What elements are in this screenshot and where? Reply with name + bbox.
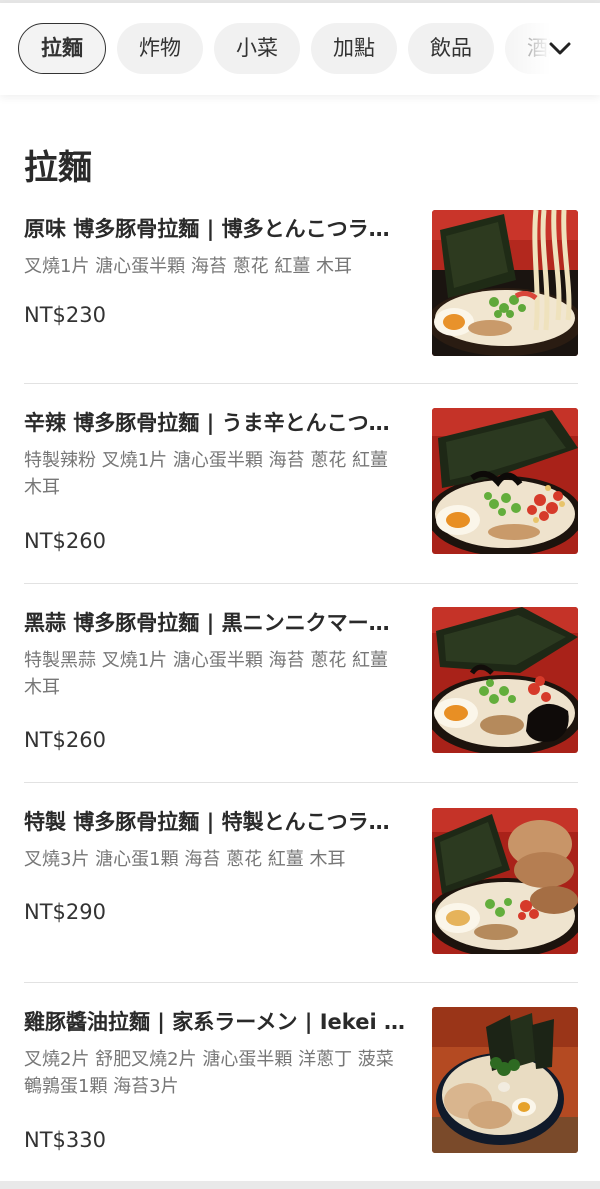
category-chip-drinks[interactable]: 飲品 [408, 23, 494, 74]
menu-item[interactable]: 雞豚醬油拉麵 | 家系ラーメン | Iekei Ramen 叉燒2片 舒肥叉燒2… [24, 983, 578, 1177]
special-ramen-photo[interactable] [432, 808, 578, 954]
item-name: 原味 博多豚骨拉麵 | 博多とんこつラーメン [24, 217, 409, 241]
item-name: 特製 博多豚骨拉麵 | 特製とんこつラーメン [24, 810, 409, 834]
menu-item[interactable]: 特製 博多豚骨拉麵 | 特製とんこつラーメン 叉燒3片 溏心蛋1顆 海苔 蔥花 … [24, 783, 578, 983]
item-price: NT$260 [24, 728, 106, 752]
more-categories-button[interactable] [542, 31, 578, 67]
item-description: 叉燒3片 溏心蛋1顆 海苔 蔥花 紅薑 木耳 [24, 849, 346, 870]
bottom-divider [0, 1181, 600, 1189]
category-bar: 拉麵炸物小菜加點飲品酒精 [0, 3, 600, 95]
category-chip-sides[interactable]: 小菜 [214, 23, 300, 74]
tonkotsu-ramen-photo[interactable] [432, 210, 578, 356]
menu-list: 原味 博多豚骨拉麵 | 博多とんこつラーメン 叉燒1片 溏心蛋半顆 海苔 蔥花 … [24, 190, 578, 1177]
menu-item[interactable]: 辛辣 博多豚骨拉麵 | うま辛とんこつラーメン 特製辣粉 叉燒1片 溏心蛋半顆 … [24, 384, 578, 584]
item-description: 叉燒1片 溏心蛋半顆 海苔 蔥花 紅薑 木耳 [24, 256, 353, 277]
section-title: 拉麵 [24, 148, 92, 188]
black-garlic-ramen-photo[interactable] [432, 607, 578, 753]
category-chip-addons[interactable]: 加點 [311, 23, 397, 74]
menu-item[interactable]: 原味 博多豚骨拉麵 | 博多とんこつラーメン 叉燒1片 溏心蛋半顆 海苔 蔥花 … [24, 190, 578, 384]
item-price: NT$260 [24, 529, 106, 553]
item-description: 特製辣粉 叉燒1片 溏心蛋半顆 海苔 蔥花 紅薑 木耳 [24, 450, 389, 498]
item-price: NT$230 [24, 303, 106, 327]
menu-item[interactable]: 黑蒜 博多豚骨拉麵 | 黒ニンニクマー油ラーメン 特製黑蒜 叉燒1片 溏心蛋半顆… [24, 584, 578, 783]
item-price: NT$290 [24, 900, 106, 924]
item-description: 叉燒2片 舒肥叉燒2片 溏心蛋半顆 洋蔥丁 菠菜 鵪鶉蛋1顆 海苔3片 [24, 1049, 394, 1097]
item-name: 雞豚醬油拉麵 | 家系ラーメン | Iekei Ramen [24, 1010, 409, 1034]
item-name: 黑蒜 博多豚骨拉麵 | 黒ニンニクマー油ラーメン [24, 611, 409, 635]
category-chip-ramen[interactable]: 拉麵 [18, 23, 106, 74]
chevron-down-icon [549, 42, 571, 55]
spicy-ramen-photo[interactable] [432, 408, 578, 554]
item-name: 辛辣 博多豚骨拉麵 | うま辛とんこつラーメン [24, 411, 409, 435]
item-price: NT$330 [24, 1128, 106, 1152]
iekei-ramen-photo[interactable] [432, 1007, 578, 1153]
item-description: 特製黑蒜 叉燒1片 溏心蛋半顆 海苔 蔥花 紅薑 木耳 [24, 650, 389, 698]
category-chip-fried[interactable]: 炸物 [117, 23, 203, 74]
